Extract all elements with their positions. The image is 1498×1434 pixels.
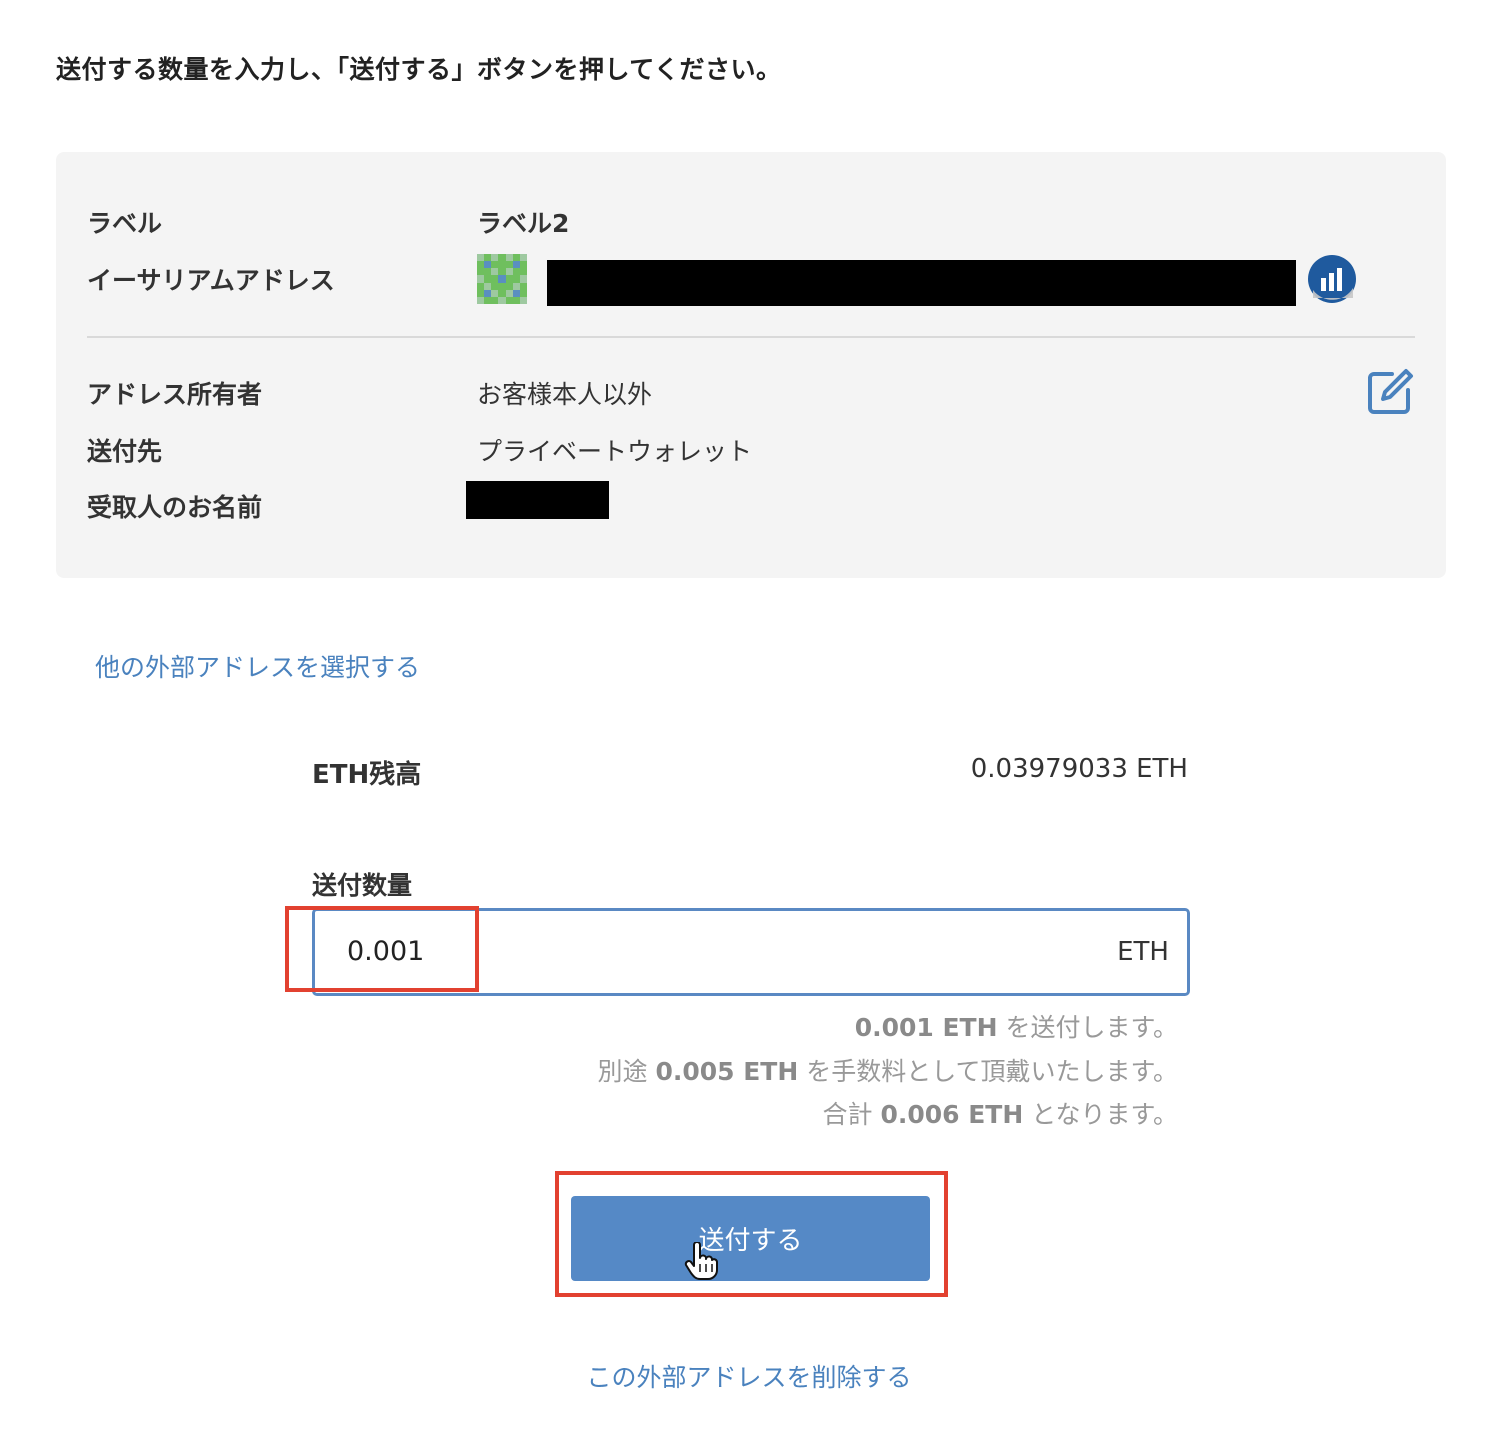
note-total: 合計 0.006 ETH となります。: [823, 1095, 1179, 1131]
input-highlight-box: [285, 906, 479, 992]
edit-icon[interactable]: [1366, 368, 1414, 416]
eth-address-key: イーサリアムアドレス: [87, 266, 335, 295]
note-total-suffix: となります。: [1023, 1100, 1178, 1129]
destination-key: 送付先: [87, 437, 163, 466]
address-details-panel: [56, 152, 1446, 578]
note-send-amount-value: 0.001 ETH: [854, 1013, 998, 1042]
note-total-value: 0.006 ETH: [880, 1100, 1024, 1129]
label-key: ラベル: [87, 209, 163, 238]
note-total-prefix: 合計: [822, 1100, 881, 1129]
note-send-amount: 0.001 ETH を送付します。: [855, 1008, 1178, 1044]
note-fee-value: 0.005 ETH: [655, 1057, 799, 1086]
delete-address-link[interactable]: この外部アドレスを削除する: [0, 1358, 1498, 1394]
identicon-avatar-icon: [477, 254, 527, 304]
eth-address-redacted: [547, 260, 1296, 306]
note-fee-suffix: を手数料として頂戴いたします。: [798, 1057, 1178, 1086]
select-other-address-link[interactable]: 他の外部アドレスを選択する: [95, 648, 420, 684]
details-divider: [87, 336, 1415, 338]
note-send-amount-suffix: を送付します。: [997, 1013, 1178, 1042]
note-fee: 別途 0.005 ETH を手数料として頂戴いたします。: [598, 1052, 1179, 1088]
send-amount-unit: ETH: [1117, 937, 1169, 967]
owner-value: お客様本人以外: [477, 380, 653, 409]
instruction-text: 送付する数量を入力し、「送付する」ボタンを押してください。: [56, 55, 782, 84]
owner-key: アドレス所有者: [87, 380, 263, 409]
label-value: ラベル2: [477, 209, 570, 238]
destination-value: プライベートウォレット: [477, 437, 753, 466]
note-fee-prefix: 別途: [597, 1057, 656, 1086]
send-amount-label: 送付数量: [312, 871, 413, 900]
recipient-name-key: 受取人のお名前: [87, 493, 263, 522]
chart-icon[interactable]: [1307, 254, 1357, 304]
eth-balance-value: 0.03979033 ETH: [970, 754, 1188, 784]
button-highlight-box: [555, 1171, 948, 1297]
eth-balance-label: ETH残高: [312, 760, 422, 790]
recipient-name-redacted: [466, 481, 609, 519]
